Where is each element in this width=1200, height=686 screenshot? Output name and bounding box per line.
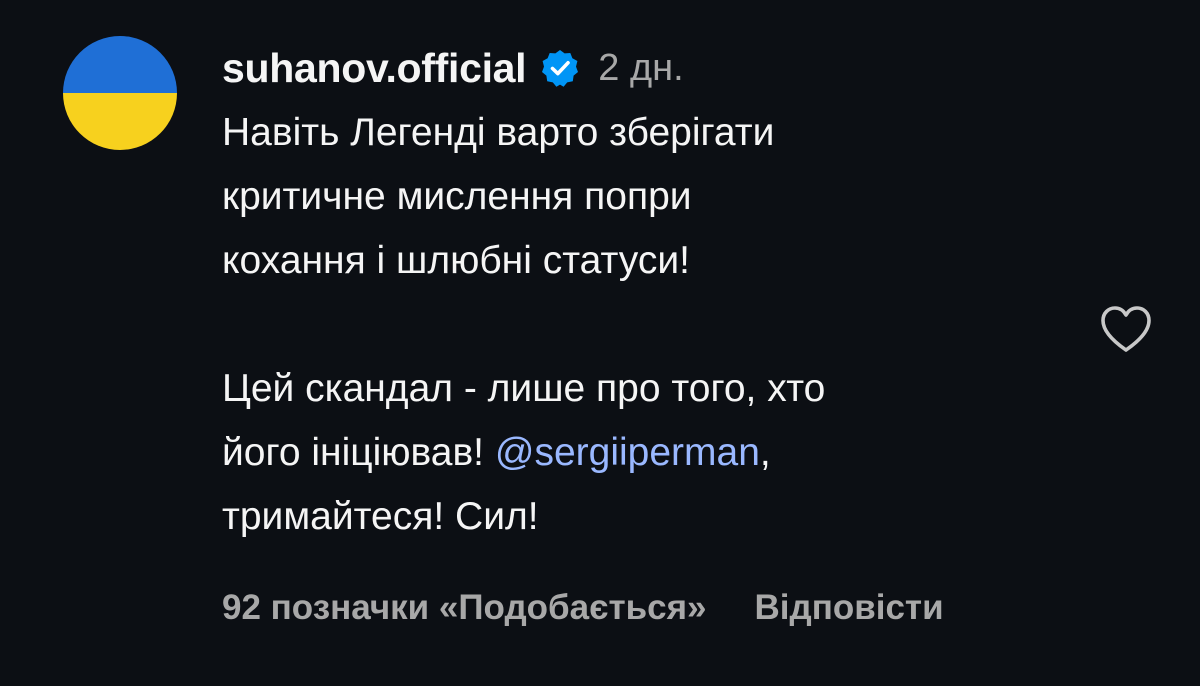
- comment-line: Цей скандал - лише про того, хто: [222, 367, 826, 410]
- comment-header: suhanov.official 2 дн.: [222, 38, 1102, 98]
- mention-link[interactable]: @sergiiperman: [495, 431, 760, 474]
- verified-badge-icon: [542, 50, 579, 87]
- comment-line: тримайтеся! Сил!: [222, 495, 539, 538]
- comment-blank-line: [222, 293, 1102, 357]
- heart-outline-icon[interactable]: [1098, 303, 1154, 355]
- comment-line-text: його ініціював!: [222, 431, 495, 474]
- comment-line: Навіть Легенді варто зберігати: [222, 111, 775, 154]
- comment: suhanov.official 2 дн. Навіть Легенді ва…: [0, 0, 1200, 686]
- timestamp[interactable]: 2 дн.: [598, 47, 683, 90]
- mention-suffix: ,: [759, 431, 771, 474]
- reply-button[interactable]: Відповісти: [754, 588, 943, 628]
- comment-line: критичне мислення попри: [222, 175, 692, 218]
- likes-count-link[interactable]: 92 позначки «Подобається»: [222, 588, 706, 628]
- comment-content: suhanov.official 2 дн. Навіть Легенді ва…: [222, 38, 1102, 549]
- avatar-flag-blue: [63, 36, 177, 93]
- comment-line: кохання і шлюбні статуси!: [222, 239, 690, 282]
- avatar[interactable]: [63, 36, 177, 150]
- avatar-flag-yellow: [63, 93, 177, 150]
- comment-footer: 92 позначки «Подобається» Відповісти: [222, 588, 944, 628]
- comment-text: Навіть Легенді варто зберігати критичне …: [222, 101, 1102, 549]
- username-link[interactable]: suhanov.official: [222, 45, 527, 92]
- comment-line-with-mention: його ініціював! @sergiiperman,: [222, 421, 1102, 485]
